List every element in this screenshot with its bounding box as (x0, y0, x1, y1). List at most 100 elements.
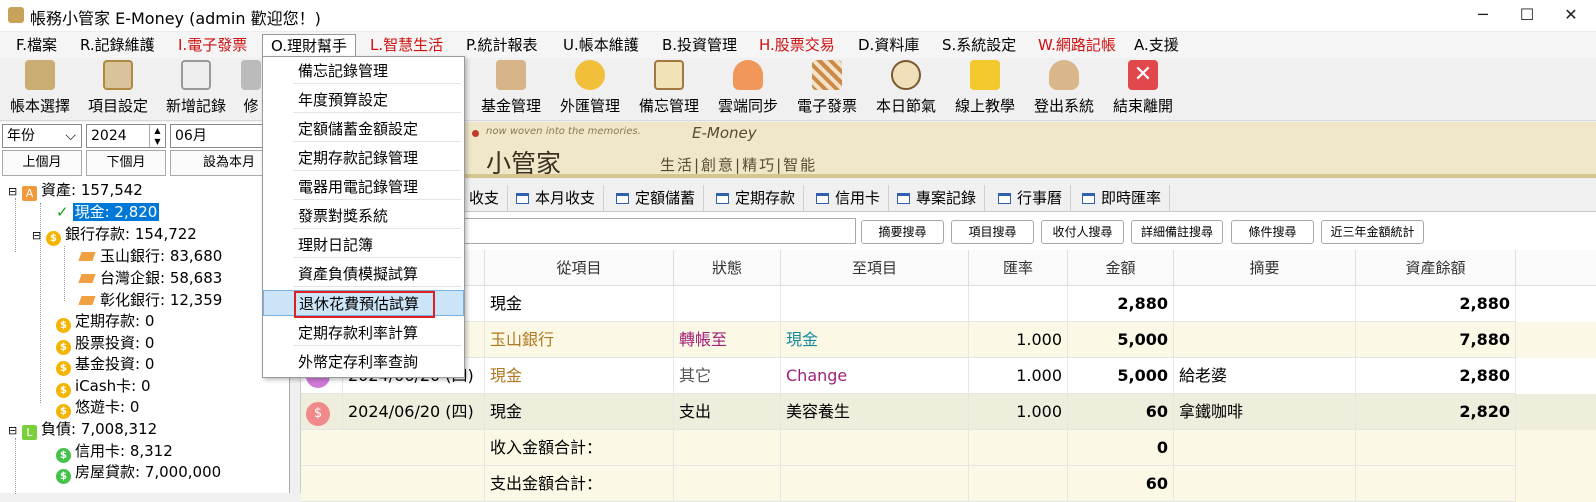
memo-search-button[interactable]: 摘要搜尋 (861, 220, 944, 244)
menu-item-finance-diary[interactable]: 理財日記簿 (293, 232, 461, 258)
menu-item-invoice-lottery[interactable]: 發票對獎系統 (293, 203, 461, 229)
tab-income-expense[interactable]: 收支 (460, 185, 509, 211)
cell-balance: 2,880 (1356, 286, 1516, 322)
menu-ledger-maintenance[interactable]: U.帳本維護 (555, 34, 647, 58)
cell-rate: 1.000 (969, 322, 1068, 358)
table-row[interactable]: 現金 2,880 2,880 (301, 286, 1596, 322)
payee-search-button[interactable]: 收付人搜尋 (1041, 220, 1124, 244)
edit-record-button[interactable]: 修 (240, 60, 262, 118)
tree-node-bank-deposits[interactable]: ⊟ $ 銀行存款: 154,722 (32, 224, 197, 246)
fund-management-button[interactable]: 基金管理 (477, 60, 545, 118)
menu-records[interactable]: R.記錄維護 (72, 34, 163, 58)
add-record-button[interactable]: 新增記錄 (162, 60, 230, 118)
minimize-button[interactable]: ─ (1460, 0, 1506, 32)
cell-amount: 60 (1068, 394, 1174, 430)
menu-item-fixed-savings[interactable]: 定額儲蓄金額設定 (293, 116, 461, 142)
condition-search-button[interactable]: 條件搜尋 (1231, 220, 1314, 244)
menu-item-memo-management[interactable]: 備忘記錄管理 (293, 58, 461, 84)
tree-node-liabilities[interactable]: ⊟ L 負債: 7,008,312 (8, 419, 157, 440)
search-input[interactable] (460, 218, 856, 244)
prev-month-button[interactable]: 上個月 (2, 150, 82, 176)
column-header-balance[interactable]: 資產餘額 (1356, 250, 1516, 286)
logout-button[interactable]: 登出系統 (1030, 60, 1098, 118)
menu-item-electricity-records[interactable]: 電器用電記錄管理 (293, 174, 461, 200)
menu-item-deposit-rate-calc[interactable]: 定期存款利率計算 (293, 320, 461, 346)
tree-node-assets[interactable]: ⊟ A 資產: 157,542 (8, 180, 143, 201)
menu-stock-trading[interactable]: H.股票交易 (751, 34, 843, 58)
menu-online-accounting[interactable]: W.網路記帳 (1030, 34, 1124, 58)
cloud-sync-button[interactable]: 雲端同步 (714, 60, 782, 118)
menu-einvoice[interactable]: I.電子發票 (170, 34, 255, 58)
column-header-memo[interactable]: 摘要 (1174, 250, 1356, 286)
menu-reports[interactable]: P.統計報表 (458, 34, 545, 58)
column-header-amount[interactable]: 金額 (1068, 250, 1174, 286)
memo-icon (654, 60, 684, 90)
tab-monthly[interactable]: 本月收支 (508, 185, 605, 211)
tree-node-fund-investment[interactable]: $ 基金投資: 0 (56, 354, 154, 376)
online-tutorial-button[interactable]: 線上教學 (951, 60, 1019, 118)
menu-file[interactable]: F.檔案 (8, 34, 65, 58)
collapse-icon[interactable]: ⊟ (8, 181, 18, 202)
tab-calendar[interactable]: 行事曆 (990, 185, 1072, 211)
menu-database[interactable]: D.資料庫 (850, 34, 927, 58)
memo-management-button[interactable]: 備忘管理 (635, 60, 703, 118)
tree-node-stock-investment[interactable]: $ 股票投資: 0 (56, 333, 154, 355)
cell-memo: 給老婆 (1174, 358, 1356, 394)
collapse-icon[interactable]: ⊟ (32, 225, 42, 246)
cell-from: 現金 (485, 358, 674, 394)
tree-node-tbb-bank[interactable]: 台灣企銀: 58,683 (78, 268, 222, 289)
table-row[interactable]: 2024/06/20 (四) 現金 其它 Change 1.000 5,000 … (301, 358, 1596, 394)
column-header-from[interactable]: 從項目 (485, 250, 674, 286)
tab-time-deposit[interactable]: 定期存款 (708, 185, 805, 211)
tree-node-time-deposits[interactable]: $ 定期存款: 0 (56, 311, 154, 333)
spinner-arrows-icon[interactable]: ▲ ▼ (149, 125, 165, 147)
menu-item-annual-budget[interactable]: 年度預算設定 (293, 87, 461, 113)
item-search-button[interactable]: 項目搜尋 (951, 220, 1034, 244)
tab-credit-card[interactable]: 信用卡 (808, 185, 890, 211)
menu-system-settings[interactable]: S.系統設定 (934, 34, 1024, 58)
three-year-stats-button[interactable]: 近三年金額統計 (1321, 220, 1424, 244)
tab-exchange-rate[interactable]: 即時匯率 (1074, 185, 1171, 211)
tree-node-esun-bank[interactable]: 玉山銀行: 83,680 (78, 246, 222, 267)
ledger-select-button[interactable]: 帳本選擇 (6, 60, 74, 118)
tree-node-credit-card[interactable]: $ 信用卡: 8,312 (56, 441, 173, 463)
forex-management-button[interactable]: 外匯管理 (556, 60, 624, 118)
table-row[interactable]: 玉山銀行 轉帳至 現金 1.000 5,000 7,880 (301, 322, 1596, 358)
year-spinner[interactable]: 2024 ▲ ▼ (86, 124, 166, 148)
collapse-icon[interactable]: ⊟ (8, 420, 18, 441)
tree-node-easycard[interactable]: $ 悠遊卡: 0 (56, 397, 139, 419)
menu-smart-life[interactable]: L.智慧生活 (362, 34, 451, 58)
maximize-button[interactable]: ☐ (1504, 0, 1550, 32)
solar-term-button[interactable]: 本日節氣 (872, 60, 940, 118)
table-row[interactable]: $ 2024/06/20 (四) 現金 支出 美容養生 1.000 60 拿鐵咖… (301, 394, 1596, 430)
einvoice-button[interactable]: 電子發票 (793, 60, 861, 118)
table-icon (897, 193, 910, 204)
tree-node-mortgage[interactable]: $ 房屋貸款: 7,000,000 (56, 462, 221, 484)
tab-fixed-savings[interactable]: 定額儲蓄 (608, 185, 705, 211)
tree-line (64, 246, 65, 301)
tree-line (15, 198, 16, 252)
cell-from: 現金 (485, 394, 674, 430)
close-button[interactable]: ✕ (1548, 0, 1594, 32)
column-header-to[interactable]: 至項目 (781, 250, 969, 286)
coin-icon: $ (56, 318, 71, 333)
menu-item-foreign-rate-query[interactable]: 外幣定存利率查詢 (293, 349, 461, 375)
tab-projects[interactable]: 專案記錄 (889, 185, 986, 211)
table-icon (616, 193, 629, 204)
tree-node-icash[interactable]: $ iCash卡: 0 (56, 376, 151, 398)
item-settings-button[interactable]: 項目設定 (84, 60, 152, 118)
column-header-rate[interactable]: 匯率 (969, 250, 1068, 286)
menu-item-time-deposit-records[interactable]: 定期存款記錄管理 (293, 145, 461, 171)
next-month-button[interactable]: 下個月 (86, 150, 166, 176)
column-header-status[interactable]: 狀態 (674, 250, 781, 286)
tree-node-chb-bank[interactable]: 彰化銀行: 12,359 (78, 290, 222, 311)
menu-investment[interactable]: B.投資管理 (654, 34, 745, 58)
detail-note-search-button[interactable]: 詳細備註搜尋 (1131, 220, 1223, 244)
exit-button[interactable]: ✕ 結束離開 (1109, 60, 1177, 118)
period-type-select[interactable]: 年份 ⌵ (2, 124, 82, 148)
menu-support[interactable]: A.支援 (1126, 34, 1187, 58)
menu-item-asset-liability-sim[interactable]: 資產負債模擬試算 (293, 261, 461, 287)
tree-node-cash[interactable]: ✓ 現金: 2,820 (56, 202, 160, 223)
summary-row: 收入金額合計： 0 (301, 430, 1596, 466)
income-total-label: 收入金額合計： (485, 430, 674, 466)
